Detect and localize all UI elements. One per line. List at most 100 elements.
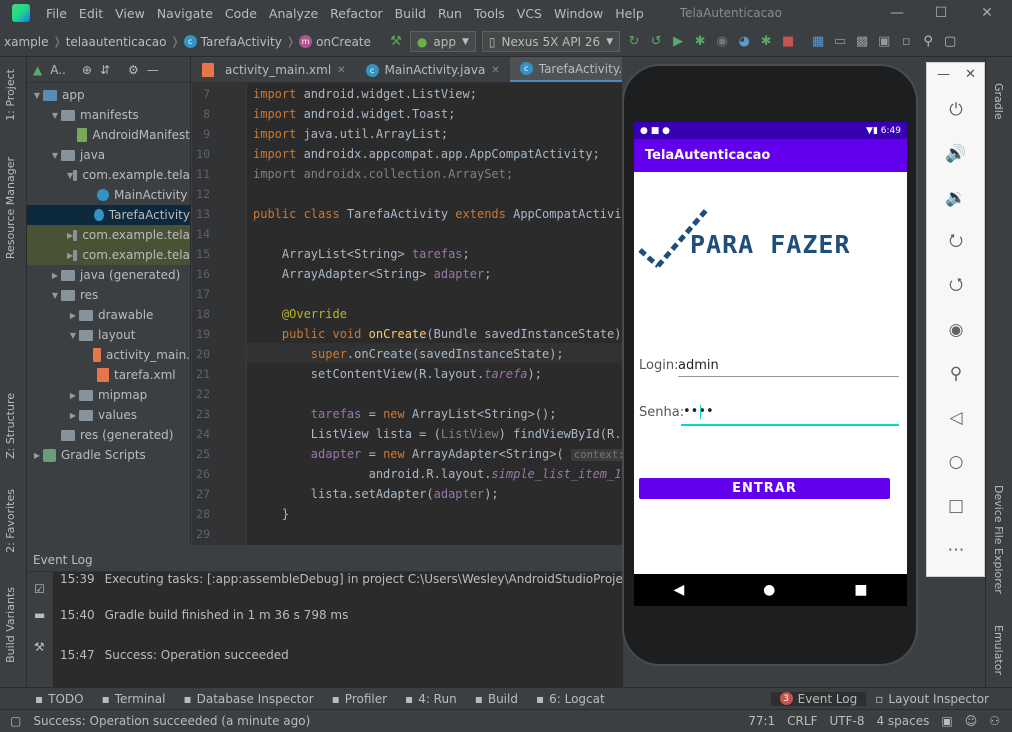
status-message[interactable]: Success: Operation succeeded (a minute a… [27, 714, 316, 728]
project-structure-icon[interactable]: ▣ [873, 31, 895, 53]
attach-debugger-icon[interactable]: ✱ [755, 31, 777, 53]
volume-down-icon[interactable]: 🔉 [945, 187, 967, 209]
sdk-manager-icon[interactable]: ▩ [851, 31, 873, 53]
device-select[interactable]: ▯ Nexus 5X API 26 ▼ [481, 31, 621, 52]
tool-button-6-logcat[interactable]: ▪ 6: Logcat [527, 692, 614, 706]
close-icon[interactable]: ✕ [965, 67, 976, 82]
tree-item[interactable]: ▼ java [27, 145, 190, 165]
tool-tab-project[interactable]: 1: Project [4, 69, 17, 121]
volume-up-icon[interactable]: 🔊 [945, 143, 967, 165]
tool-tab-resource-manager[interactable]: Resource Manager [4, 157, 17, 259]
tree-item[interactable]: ▶ mipmap [27, 385, 190, 405]
caret-position[interactable]: 77:1 [742, 714, 781, 728]
more-icon[interactable]: ⋯ [945, 539, 967, 561]
menu-item-window[interactable]: Window [548, 6, 609, 21]
file-encoding[interactable]: UTF-8 [823, 714, 870, 728]
check-icon[interactable]: ☑ [34, 582, 45, 596]
menu-item-build[interactable]: Build [389, 6, 432, 21]
project-view-select[interactable]: A.. [50, 63, 66, 77]
tree-item[interactable]: ▼ manifests [27, 105, 190, 125]
tree-item[interactable]: ▼ res [27, 285, 190, 305]
tab-1[interactable]: c MainActivity.java ✕ [356, 57, 510, 82]
hide-panel-icon[interactable]: — [147, 63, 159, 77]
tree-item[interactable]: ▶ java (generated) [27, 265, 190, 285]
home-icon[interactable]: ● [763, 582, 775, 598]
device-manager-icon[interactable]: ▫ [895, 31, 917, 53]
line-separator[interactable]: CRLF [781, 714, 823, 728]
tool-button-build[interactable]: ▪ Build [466, 692, 527, 706]
tree-item[interactable]: ▶ com.example.tela [27, 225, 190, 245]
menu-item-tools[interactable]: Tools [468, 6, 511, 21]
tree-item[interactable]: ▶ values [27, 405, 190, 425]
menu-item-file[interactable]: File [40, 6, 73, 21]
menu-item-run[interactable]: Run [432, 6, 468, 21]
account-icon[interactable]: ▢ [939, 31, 961, 53]
locate-icon[interactable]: ⊕ [82, 63, 92, 77]
menu-item-code[interactable]: Code [219, 6, 263, 21]
menu-item-view[interactable]: View [109, 6, 151, 21]
tree-item[interactable]: ▶ Gradle Scripts [27, 445, 190, 465]
debug-icon[interactable]: ✱ [689, 31, 711, 53]
stop-icon[interactable]: ■ [777, 31, 799, 53]
senha-field[interactable]: •••• [683, 404, 714, 419]
breadcrumb-package[interactable]: telaautenticacao [62, 35, 171, 49]
menu-item-refactor[interactable]: Refactor [324, 6, 388, 21]
tree-item[interactable]: MainActivity [27, 185, 190, 205]
menu-item-vcs[interactable]: VCS [511, 6, 548, 21]
breadcrumb-method[interactable]: m onCreate [295, 35, 375, 49]
maximize-icon[interactable]: ☐ [918, 0, 964, 26]
minimize-icon[interactable]: — [874, 0, 920, 26]
minimize-icon[interactable]: — [937, 67, 950, 82]
run-icon[interactable]: ▶ [667, 31, 689, 53]
tool-tab-structure[interactable]: Z: Structure [4, 393, 17, 459]
run-config-select[interactable]: ● app ▼ [409, 31, 476, 52]
tree-item[interactable]: ▼ layout [27, 325, 190, 345]
tool-button-profiler[interactable]: ▪ Profiler [323, 692, 396, 706]
emulator-screen[interactable]: ● ■ ● ▼▮ 6:49 TelaAutenticacao PARA FAZE… [634, 122, 907, 606]
entrar-button[interactable]: ENTRAR [639, 478, 890, 499]
log-text[interactable]: Executing tasks: [:app:assembleDebug] in… [105, 572, 623, 586]
tree-item[interactable]: ▼ com.example.tela [27, 165, 190, 185]
menu-item-edit[interactable]: Edit [73, 6, 109, 21]
tree-item[interactable]: ▶ com.example.tela [27, 245, 190, 265]
breadcrumb-class[interactable]: c TarefaActivity [180, 35, 286, 49]
breadcrumb-project[interactable]: xample [0, 35, 52, 49]
tool-button-todo[interactable]: ▪ TODO [26, 692, 93, 706]
tool-tab-emulator[interactable]: Emulator [992, 625, 1005, 675]
tool-tab-favorites[interactable]: 2: Favorites [4, 489, 17, 553]
back-icon[interactable]: ◀ [673, 582, 684, 598]
tool-button-terminal[interactable]: ▪ Terminal [93, 692, 175, 706]
build-hammer-icon[interactable]: ⚒ [385, 31, 407, 53]
home-icon[interactable]: ○ [945, 451, 967, 473]
menu-item-navigate[interactable]: Navigate [151, 6, 219, 21]
code-editor[interactable]: 7 8 9 10 11 12 13 14 15 16 17 18 19 20 21 22 23 24 25 26 27 2… [192, 83, 622, 545]
recents-icon[interactable]: ■ [854, 582, 867, 598]
tab-2[interactable]: cTarefaActivity.java✕ [509, 57, 622, 82]
camera-icon[interactable]: ◉ [945, 319, 967, 341]
close-icon[interactable]: ✕ [964, 0, 1010, 26]
back-icon[interactable]: ◁ [945, 407, 967, 429]
tree-item[interactable]: res (generated) [27, 425, 190, 445]
power-icon[interactable]: ⏻ [945, 99, 967, 121]
login-field[interactable]: admin [678, 358, 719, 373]
wrench-icon[interactable]: ⚒ [34, 640, 45, 654]
status-square-icon[interactable]: ▢ [0, 714, 27, 728]
menu-item-help[interactable]: Help [609, 6, 650, 21]
tool-tab-build-variants[interactable]: Build Variants [4, 587, 17, 663]
tree-item[interactable]: tarefa.xml [27, 365, 190, 385]
rotate-right-icon[interactable]: ⭯ [945, 275, 967, 297]
tree-item[interactable]: ▶ drawable [27, 305, 190, 325]
apply-changes-icon[interactable]: ↻ [623, 31, 645, 53]
zoom-icon[interactable]: ⚲ [945, 363, 967, 385]
overview-icon[interactable]: □ [945, 495, 967, 517]
rotate-left-icon[interactable]: ⭮ [945, 231, 967, 253]
attach-icon[interactable]: ◉ [711, 31, 733, 53]
tool-button-event-log[interactable]: 3 Event Log [770, 691, 867, 706]
tab-0[interactable]: activity_main.xml ✕ [192, 57, 356, 82]
face-icon[interactable]: ☺ [959, 714, 984, 728]
notifications-icon[interactable]: ⚇ [983, 714, 1012, 728]
tree-item[interactable]: TarefaActivity [27, 205, 190, 225]
apply-code-changes-icon[interactable]: ↺ [645, 31, 667, 53]
trash-icon[interactable]: ▬ [34, 608, 45, 622]
indent-setting[interactable]: 4 spaces [870, 714, 935, 728]
